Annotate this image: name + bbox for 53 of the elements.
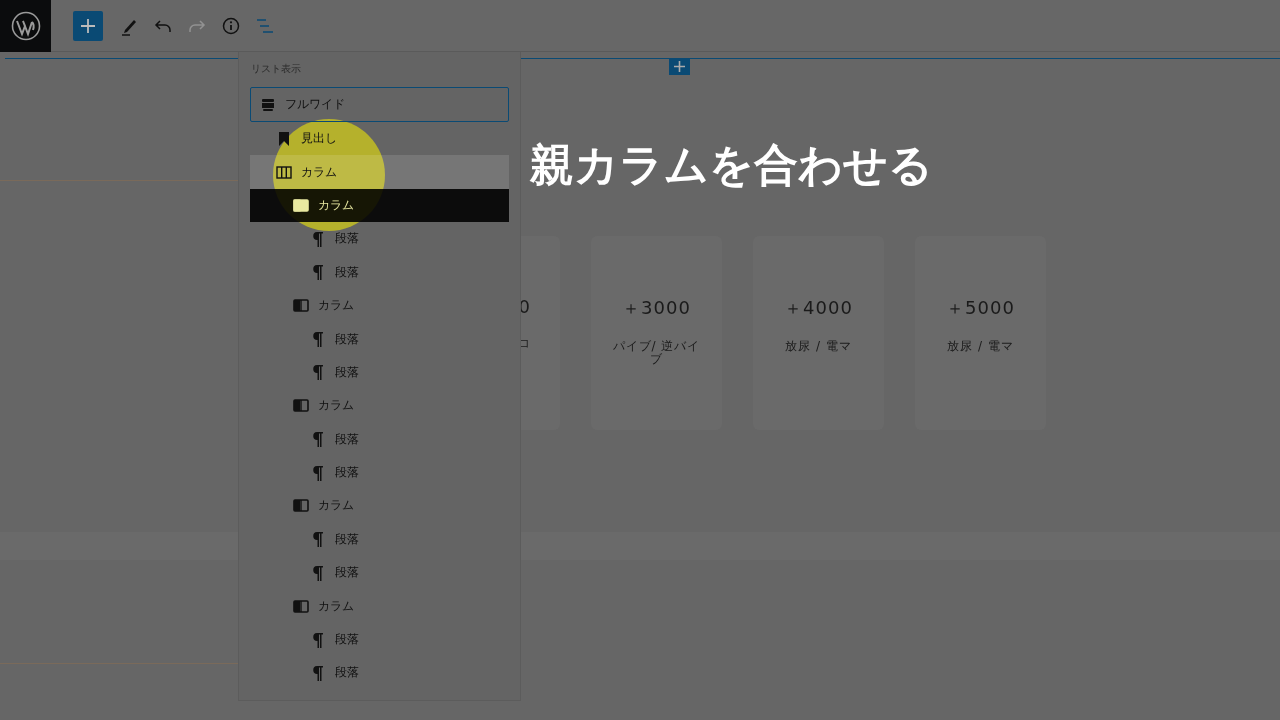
column-icon <box>293 399 309 413</box>
list-view-item[interactable]: 段落 <box>250 355 509 390</box>
price-text: ＋3000 <box>622 296 691 320</box>
add-block-button[interactable] <box>73 10 103 41</box>
list-view-item[interactable]: カラム <box>250 155 509 189</box>
redo-icon <box>188 18 206 33</box>
pilcrow-icon <box>310 230 326 247</box>
list-view-item[interactable]: 見出し <box>250 122 509 156</box>
list-view-icon <box>256 17 274 34</box>
list-view-item[interactable]: 段落 <box>250 222 509 256</box>
list-view-item[interactable]: 段落 <box>250 522 509 557</box>
columns-icon <box>276 165 292 179</box>
column-icon <box>293 499 309 513</box>
group-icon <box>260 97 276 112</box>
list-view-item[interactable]: 段落 <box>250 455 509 490</box>
pilcrow-icon <box>310 331 326 348</box>
card-text: 放尿 / 電マ <box>946 340 1015 353</box>
list-view-item[interactable]: フルワイド <box>250 87 509 122</box>
list-view-item[interactable]: カラム <box>250 288 509 323</box>
column-icon <box>293 599 309 613</box>
pilcrow-icon <box>310 631 326 648</box>
list-view-item[interactable]: 段落 <box>250 556 509 590</box>
list-view-item[interactable]: カラム <box>250 489 509 523</box>
list-view-item[interactable]: 段落 <box>250 322 509 356</box>
pilcrow-icon <box>310 264 326 281</box>
card-text: パイブ/ 逆バイブ <box>611 340 702 366</box>
list-view-item[interactable]: カラム <box>250 188 509 223</box>
pilcrow-icon <box>310 664 326 681</box>
list-view-item[interactable]: 段落 <box>250 622 509 657</box>
list-view-item[interactable]: 段落 <box>250 255 509 289</box>
column-icon <box>293 198 309 212</box>
plus-icon <box>73 10 103 41</box>
undo-icon <box>154 18 172 33</box>
wordpress-logo-icon <box>10 10 41 41</box>
pilcrow-icon <box>310 531 326 548</box>
list-view-item[interactable]: 段落 <box>250 656 509 690</box>
caption-text: 親カラムを合わせる <box>530 138 933 192</box>
pilcrow-icon <box>310 564 326 581</box>
info-icon <box>222 16 240 35</box>
price-text: ＋5000 <box>946 296 1015 320</box>
list-view-item[interactable]: カラム <box>250 389 509 423</box>
bookmark-icon <box>276 131 292 146</box>
column-icon <box>293 299 309 313</box>
insert-block-button[interactable] <box>669 58 690 75</box>
list-view-item[interactable]: カラム <box>250 589 509 623</box>
plus-icon <box>674 61 685 72</box>
list-view-item[interactable]: 段落 <box>250 422 509 456</box>
pilcrow-icon <box>310 431 326 448</box>
wordpress-logo[interactable] <box>0 0 51 52</box>
price-text: ＋4000 <box>784 296 853 320</box>
card-text: 放尿 / 電マ <box>784 340 853 353</box>
pilcrow-icon <box>310 464 326 481</box>
pilcrow-icon <box>310 364 326 381</box>
